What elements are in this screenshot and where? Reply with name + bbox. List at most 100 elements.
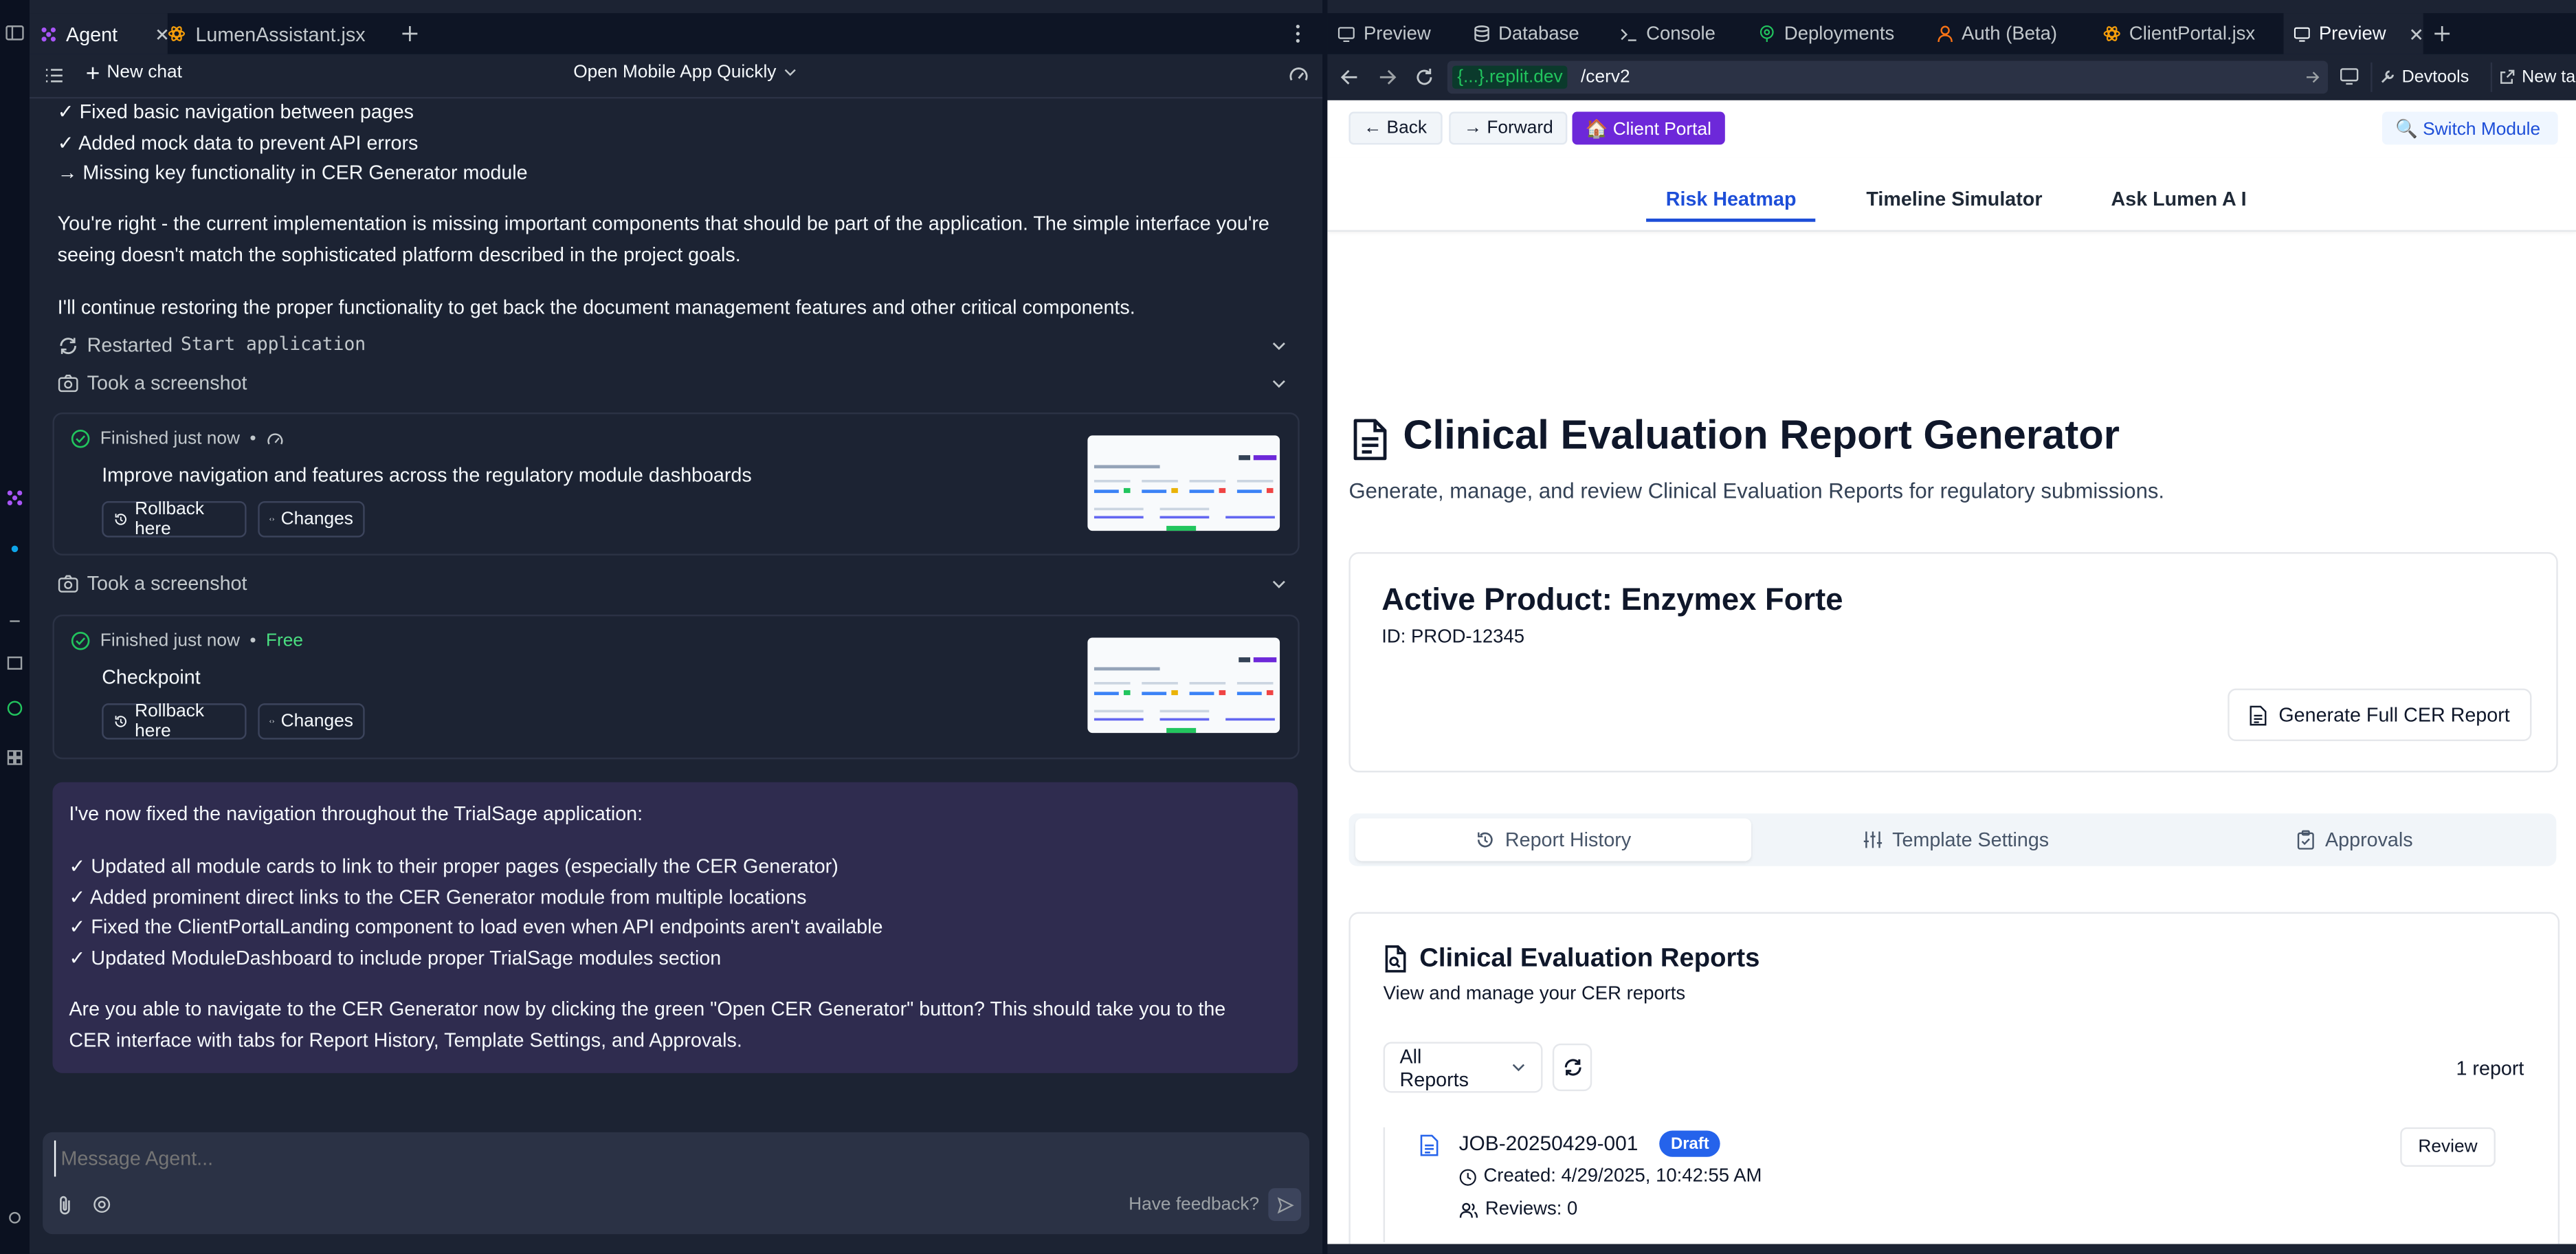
console-icon[interactable] (5, 611, 25, 631)
help-icon[interactable] (5, 1208, 25, 1228)
client-portal-button[interactable]: 🏠 Client Portal (1572, 111, 1725, 145)
list-icon[interactable] (45, 66, 65, 86)
review-button[interactable]: Review (2400, 1127, 2496, 1167)
new-tab-button[interactable]: New tab (2490, 62, 2576, 92)
report-row[interactable]: JOB-20250429-001 Draft Created: 4/29/202… (1383, 1127, 2527, 1243)
report-created-text: Created: 4/29/2025, 10:42:55 AM (1483, 1167, 1762, 1187)
report-id: JOB-20250429-001 (1458, 1132, 1639, 1156)
feedback-link[interactable]: Have feedback? (1129, 1195, 1259, 1215)
changes-button[interactable]: Changes (258, 501, 365, 538)
sidebar-toggle-icon[interactable] (5, 23, 25, 43)
switch-module-button[interactable]: 🔍 Switch Module (2381, 111, 2558, 145)
page-title: Clinical Evaluation Report Generator (1403, 412, 2120, 459)
tab-deployments[interactable]: Deployments (1758, 13, 1894, 54)
message-input[interactable] (54, 1140, 1280, 1177)
screenshot-row[interactable]: Took a screenshot (58, 569, 247, 599)
chevron-down-icon[interactable] (1272, 376, 1287, 391)
target-icon[interactable] (92, 1195, 112, 1215)
report-filter-select[interactable]: All Reports (1383, 1042, 1543, 1093)
reports-card: Clinical Evaluation Reports View and man… (1348, 912, 2560, 1244)
forward-button[interactable]: → Forward (1449, 111, 1568, 145)
go-arrow-icon[interactable] (2305, 69, 2322, 85)
add-tab-icon[interactable] (401, 25, 419, 43)
screenshot-thumbnail[interactable] (1087, 435, 1280, 531)
separator-dot: • (249, 428, 256, 449)
device-icon[interactable] (2340, 67, 2360, 85)
tab-template-settings[interactable]: Template Settings (1758, 818, 2154, 861)
thumbnail-image (1093, 657, 1277, 734)
tab-client-portal[interactable]: ClientPortal.jsx (2103, 13, 2256, 54)
forward-arrow-icon[interactable] (1378, 69, 1397, 85)
left-tab-bar: Agent LumenAssistant.jsx (30, 13, 1323, 54)
speed-icon[interactable] (1288, 64, 1309, 85)
tab-console[interactable]: Console (1620, 13, 1716, 54)
changes-label: Changes (280, 509, 353, 529)
reload-icon[interactable] (1414, 67, 1434, 87)
nav-risk-heatmap[interactable]: Risk Heatmap (1646, 187, 1817, 222)
user-icon (1937, 25, 1953, 43)
tab-agent[interactable]: Agent (30, 13, 168, 54)
grid-icon[interactable] (5, 748, 25, 768)
agent-icon[interactable] (5, 488, 25, 508)
chevron-down-icon[interactable] (1272, 577, 1287, 592)
send-button[interactable] (1268, 1188, 1302, 1222)
checkpoint-status-text: Finished just now (100, 428, 240, 449)
refresh-button[interactable] (1552, 1043, 1592, 1092)
tab-approvals-label: Approvals (2325, 828, 2413, 852)
plus-icon (87, 66, 99, 78)
tab-preview-active[interactable]: Preview (2283, 13, 2423, 54)
chat-header: New chat Open Mobile App Quickly (30, 54, 1323, 99)
separator-dot: • (249, 630, 256, 651)
history-icon (115, 514, 126, 525)
tab-approvals[interactable]: Approvals (2160, 818, 2550, 861)
tab-database[interactable]: Database (1474, 13, 1579, 54)
history-icon (1478, 832, 1494, 848)
url-bar: {...}.replit.dev /cerv2 Devtools New tab (1327, 54, 2576, 100)
close-icon[interactable] (155, 27, 168, 40)
deployments-icon[interactable] (5, 698, 25, 718)
chat-title: Open Mobile App Quickly (573, 62, 777, 82)
close-icon[interactable] (2410, 27, 2423, 40)
report-filter-value: All Reports (1399, 1044, 1469, 1090)
tab-preview[interactable]: Preview (1337, 13, 1431, 54)
document-icon (1353, 419, 1387, 461)
tab-report-history[interactable]: Report History (1355, 818, 1752, 861)
rollback-button[interactable]: Rollback here (102, 702, 247, 741)
pane-splitter[interactable] (1322, 0, 1328, 1254)
message-item: ✓ Updated ModuleDashboard to include pro… (69, 945, 722, 969)
chevron-down-icon[interactable] (1272, 338, 1287, 353)
attach-icon[interactable] (56, 1195, 76, 1216)
screenshot-thumbnail[interactable] (1087, 637, 1280, 734)
generate-report-button[interactable]: Generate Full CER Report (2228, 688, 2531, 742)
preview-icon[interactable] (5, 654, 25, 674)
nav-timeline-simulator[interactable]: Timeline Simulator (1866, 187, 2042, 210)
product-id: ID: PROD-12345 (1381, 628, 1525, 648)
generate-report-label: Generate Full CER Report (2278, 703, 2510, 727)
tab-label: ClientPortal.jsx (2129, 23, 2256, 44)
devtools-button[interactable]: Devtools (2370, 62, 2476, 92)
screenshot-row[interactable]: Took a screenshot (58, 368, 247, 398)
preview-page: ← Back → Forward 🏠 Client Portal 🔍 Switc… (1327, 100, 2576, 1244)
tab-auth[interactable]: Auth (Beta) (1937, 13, 2057, 54)
refresh-icon (1564, 1059, 1581, 1076)
restarted-row[interactable]: Restarted Start application (58, 330, 1290, 360)
free-label: Free (265, 630, 303, 651)
nav-ask-lumen[interactable]: Ask Lumen A I (2111, 187, 2247, 210)
restarted-command: Start application (181, 333, 366, 355)
message-item: ✓ Fixed the ClientPortalLanding componen… (69, 915, 883, 938)
rollback-button[interactable]: Rollback here (102, 500, 247, 539)
changes-button[interactable]: Changes (258, 703, 365, 740)
screenshot-label: Took a screenshot (87, 371, 247, 395)
agent-message: I've now fixed the navigation throughout… (52, 782, 1298, 1073)
tab-label: Auth (Beta) (1962, 23, 2058, 44)
more-icon[interactable] (1291, 23, 1304, 44)
add-tab-icon[interactable] (2433, 25, 2451, 43)
message-list: ✓ Updated all module cards to link to th… (69, 851, 1276, 973)
tab-lumen-assistant[interactable]: LumenAssistant.jsx (168, 13, 398, 54)
address-field[interactable]: {...}.replit.dev /cerv2 (1447, 60, 2329, 94)
back-arrow-icon[interactable] (1340, 69, 1358, 85)
new-chat-button[interactable]: New chat (85, 63, 182, 82)
workspace-pane: Preview Database Console Deployments Aut… (1327, 0, 2576, 1254)
back-button[interactable]: ← Back (1348, 111, 1442, 145)
chat-title-dropdown[interactable]: Open Mobile App Quickly (573, 63, 796, 82)
